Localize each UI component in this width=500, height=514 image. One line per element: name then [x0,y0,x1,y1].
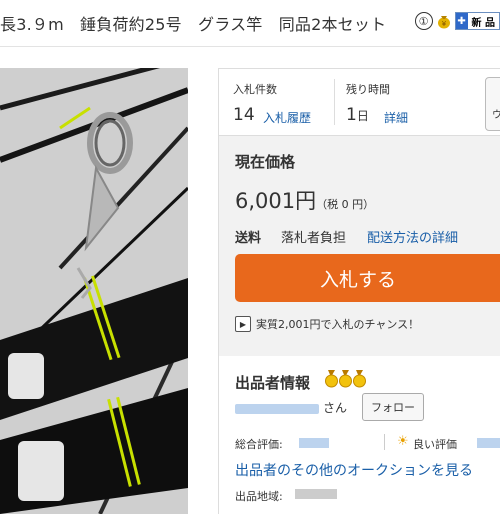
total-rating-label: 総合評価: [235,438,283,451]
time-left-label: 残り時間 [346,83,390,96]
shipping-label: 送料 [235,231,262,246]
rating-divider [384,434,385,450]
region-label: 出品地域: [235,490,283,503]
good-rating-label: 良い評価 [413,438,457,451]
total-rating-redacted[interactable] [299,438,329,448]
title-bar: 長3.９m 錘負荷約25号 グラス竿 同品2本セット ① ¥ ✚ 新 品 [0,0,500,47]
seller-medals [325,370,366,388]
follow-button[interactable]: フォロー [362,393,424,421]
other-auctions-link[interactable]: 出品者のその他のオークションを見る [235,460,473,480]
seller-honorific: さん [323,401,348,415]
shipping-value: 落札者負担 [281,231,347,246]
circled-number-icon: ① [414,12,433,30]
current-price-label: 現在価格 [235,153,296,171]
new-item-badge: ✚ 新 品 [454,12,500,30]
new-label: 新 品 [471,17,495,29]
svg-text:¥: ¥ [441,20,446,28]
bid-chance-link[interactable]: ▶ 実質2,001円で入札のチャンス！ [235,316,419,332]
play-icon: ▶ [235,316,251,332]
bids-label: 入札件数 [233,83,277,96]
shipping-details-link[interactable]: 配送方法の詳細 [367,227,458,246]
fishing-rod-photo-icon [0,68,188,514]
watch-label: ウ [492,110,500,121]
bid-chance-text: 実質2,001円で入札のチャンス！ [256,318,420,331]
seller-info-title: 出品者情報 [235,374,311,392]
sun-icon: ☀ [397,434,409,449]
gold-medal-icon [353,370,366,388]
time-left-value: 1日 [346,105,369,125]
time-detail-link[interactable]: 詳細 [384,109,408,126]
seller-info: 出品者情報 さん フォロー 総合評価: ☀ 良い評価 出品者のその他のオークショ… [218,356,500,514]
bid-button[interactable]: 入札する [235,254,500,302]
price-amount: 6,001円 [235,189,317,213]
bids-count: 14 [233,105,255,125]
moneybag-icon: ¥ [437,16,450,29]
gold-medal-icon [325,370,338,388]
item-photo[interactable] [0,68,188,514]
time-left-unit: 日 [356,109,369,123]
stats-divider [334,79,335,125]
new-icon: ✚ [455,13,468,29]
bid-stats: 入札件数 14 入札履歴 残り時間 1日 詳細 ウ [218,68,500,136]
current-price: 6,001円（税 0 円） [235,185,374,215]
price-tax: （税 0 円） [316,198,375,211]
gold-medal-icon [339,370,352,388]
auction-panel: 入札件数 14 入札履歴 残り時間 1日 詳細 ウ 現在価格 6,001円（税 … [218,68,500,514]
watch-button[interactable]: ウ [485,77,500,131]
item-title: 長3.９m 錘負荷約25号 グラス竿 同品2本セット [0,15,387,34]
seller-id-redacted[interactable] [235,404,319,414]
good-rating-redacted[interactable] [477,438,500,448]
bid-history-link[interactable]: 入札履歴 [263,109,311,126]
time-left-number: 1 [346,105,357,125]
title-icons: ① ¥ ✚ 新 品 [414,12,500,30]
region-redacted [295,489,337,499]
